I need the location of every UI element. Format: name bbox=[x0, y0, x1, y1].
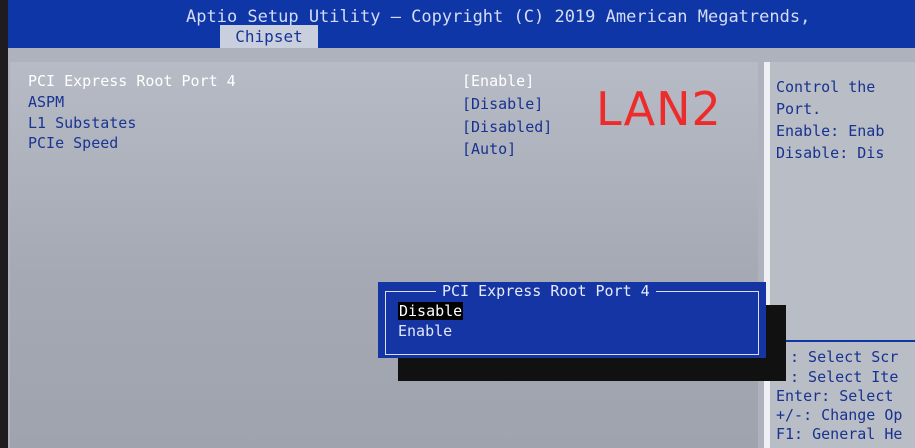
key-help-change-option: +/-: Change Op bbox=[776, 406, 903, 424]
popup-title: PCI Express Root Port 4 bbox=[436, 282, 656, 300]
setting-label-l1-substates[interactable]: L1 Substates bbox=[28, 114, 136, 132]
help-line-2: Port. bbox=[776, 100, 822, 118]
key-help-general-help: F1: General He bbox=[776, 425, 903, 443]
setting-value-pci-express-root-port-4[interactable]: [Enable] bbox=[462, 72, 534, 90]
setting-value-aspm[interactable]: [Disable] bbox=[462, 95, 543, 113]
setting-label-pci-express-root-port-4[interactable]: PCI Express Root Port 4 bbox=[28, 72, 236, 90]
bios-header: Aptio Setup Utility – Copyright (C) 2019… bbox=[8, 0, 915, 48]
setting-label-pcie-speed[interactable]: PCIe Speed bbox=[28, 134, 118, 152]
key-help-select-item: : Select Ite bbox=[790, 368, 899, 386]
help-separator bbox=[770, 340, 915, 342]
help-line-4: Disable: Dis bbox=[776, 144, 885, 162]
option-popup: PCI Express Root Port 4 Disable Enable bbox=[378, 282, 766, 358]
setting-label-aspm[interactable]: ASPM bbox=[28, 93, 64, 111]
key-help-select-screen: : Select Scr bbox=[790, 348, 899, 366]
key-help-enter: Enter: Select bbox=[776, 387, 894, 405]
setting-value-pcie-speed[interactable]: [Auto] bbox=[462, 140, 516, 158]
help-line-3: Enable: Enab bbox=[776, 122, 885, 140]
app-title: Aptio Setup Utility – Copyright (C) 2019… bbox=[186, 7, 811, 27]
popup-option-enable[interactable]: Enable bbox=[398, 322, 452, 340]
lan2-annotation: LAN2 bbox=[596, 82, 722, 136]
tab-chipset[interactable]: Chipset bbox=[220, 25, 318, 48]
help-line-1: Control the bbox=[776, 78, 876, 96]
setting-value-l1-substates[interactable]: [Disabled] bbox=[462, 118, 552, 136]
popup-option-disable[interactable]: Disable bbox=[398, 302, 464, 320]
